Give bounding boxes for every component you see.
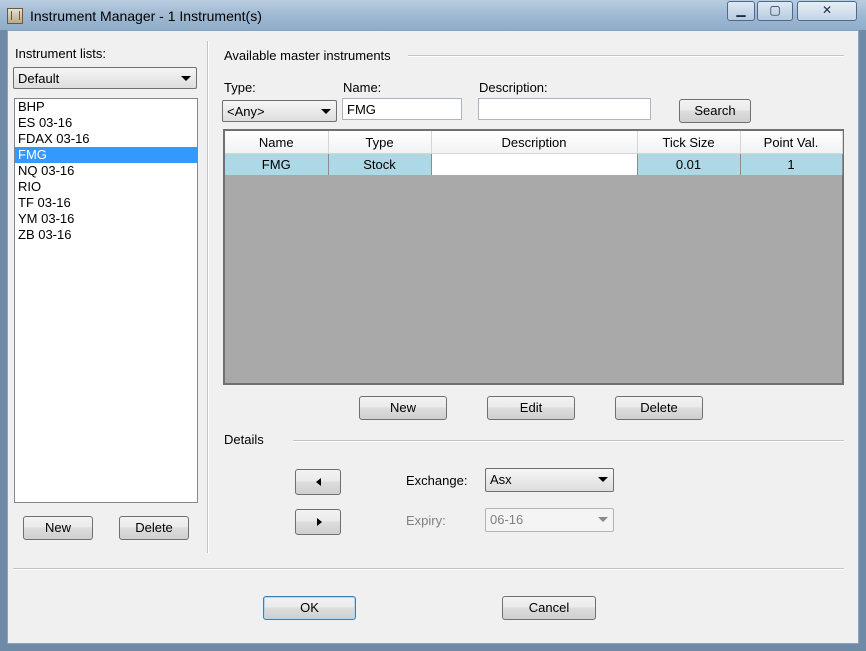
type-value: <Any>	[227, 104, 265, 119]
expiry-value: 06-16	[490, 512, 524, 527]
chevron-down-icon	[321, 109, 331, 114]
arrow-right-icon	[317, 518, 322, 526]
list-item[interactable]: NQ 03-16	[15, 163, 197, 179]
column-header-type[interactable]: Type	[328, 131, 432, 154]
list-item[interactable]: FDAX 03-16	[15, 131, 197, 147]
list-item[interactable]: FMG	[15, 147, 197, 163]
list-item[interactable]: BHP	[15, 99, 197, 115]
instrument-list-value: Default	[18, 71, 60, 86]
instrument-listbox[interactable]: BHP ES 03-16 FDAX 03-16 FMG NQ 03-16 RIO TF 03…	[14, 98, 198, 503]
master-new-button[interactable]: New	[359, 396, 447, 420]
window-title: Instrument Manager - 1 Instrument(s)	[30, 8, 262, 24]
cell-name[interactable]: FMG	[225, 153, 329, 175]
close-icon: ✕	[821, 3, 833, 17]
app-icon	[7, 8, 23, 24]
cell-type[interactable]: Stock	[328, 153, 432, 175]
column-header-name[interactable]: Name	[225, 131, 329, 154]
grid-header-row: Name Type Description Tick Size Point Va…	[225, 131, 843, 154]
ok-button[interactable]: OK	[263, 596, 356, 620]
panel-divider	[207, 41, 209, 553]
type-select[interactable]: <Any>	[222, 100, 337, 122]
cell-point-value[interactable]: 1	[740, 153, 843, 175]
expiry-select[interactable]: 06-16	[485, 508, 614, 532]
cell-tick-size[interactable]: 0.01	[637, 153, 741, 175]
master-instruments-group-label: Available master instruments	[224, 48, 391, 63]
cell-description[interactable]	[431, 153, 638, 175]
maximize-icon: ▢	[769, 3, 781, 17]
chevron-down-icon	[598, 517, 608, 522]
list-item[interactable]: ZB 03-16	[15, 227, 197, 243]
minimize-button[interactable]: ▁	[727, 1, 755, 21]
description-input[interactable]	[478, 98, 651, 120]
group-divider	[408, 55, 844, 57]
instrument-grid[interactable]: Name Type Description Tick Size Point Va…	[223, 129, 844, 385]
column-header-point-value[interactable]: Point Val.	[740, 131, 843, 154]
title-bar[interactable]: Instrument Manager - 1 Instrument(s) ▁ ▢…	[0, 0, 866, 30]
minimize-icon: ▁	[736, 3, 746, 17]
exchange-label: Exchange:	[406, 473, 468, 488]
list-new-button[interactable]: New	[23, 516, 93, 540]
exchange-value: Asx	[490, 472, 512, 487]
footer-divider	[13, 568, 844, 570]
list-item[interactable]: RIO	[15, 179, 197, 195]
list-item[interactable]: ES 03-16	[15, 115, 197, 131]
name-input[interactable]: FMG	[342, 98, 462, 120]
instrument-list-select[interactable]: Default	[13, 67, 197, 89]
master-edit-button[interactable]: Edit	[487, 396, 575, 420]
description-label: Description:	[479, 80, 548, 95]
cancel-button[interactable]: Cancel	[502, 596, 596, 620]
list-item[interactable]: TF 03-16	[15, 195, 197, 211]
instrument-lists-label: Instrument lists:	[15, 46, 107, 61]
list-delete-button[interactable]: Delete	[119, 516, 189, 540]
close-button[interactable]: ✕	[797, 1, 857, 21]
master-delete-button[interactable]: Delete	[615, 396, 703, 420]
details-divider	[293, 440, 844, 442]
column-header-description[interactable]: Description	[431, 131, 638, 154]
details-group-label: Details	[224, 432, 264, 447]
type-label: Type:	[224, 80, 256, 95]
maximize-button[interactable]: ▢	[757, 1, 793, 21]
list-item[interactable]: YM 03-16	[15, 211, 197, 227]
table-row[interactable]: FMG Stock 0.01 1	[225, 153, 843, 175]
dialog-body: Instrument lists: Default BHP ES 03-16 FDA…	[7, 30, 859, 644]
column-header-tick-size[interactable]: Tick Size	[637, 131, 741, 154]
chevron-down-icon	[181, 76, 191, 81]
instrument-manager-window: Instrument Manager - 1 Instrument(s) ▁ ▢…	[0, 0, 866, 651]
previous-button[interactable]	[295, 469, 341, 495]
chevron-down-icon	[598, 477, 608, 482]
arrow-left-icon	[316, 478, 321, 486]
next-button[interactable]	[295, 509, 341, 535]
name-label: Name:	[343, 80, 382, 95]
search-button[interactable]: Search	[679, 99, 751, 123]
expiry-label: Expiry:	[406, 513, 446, 528]
exchange-select[interactable]: Asx	[485, 468, 614, 492]
